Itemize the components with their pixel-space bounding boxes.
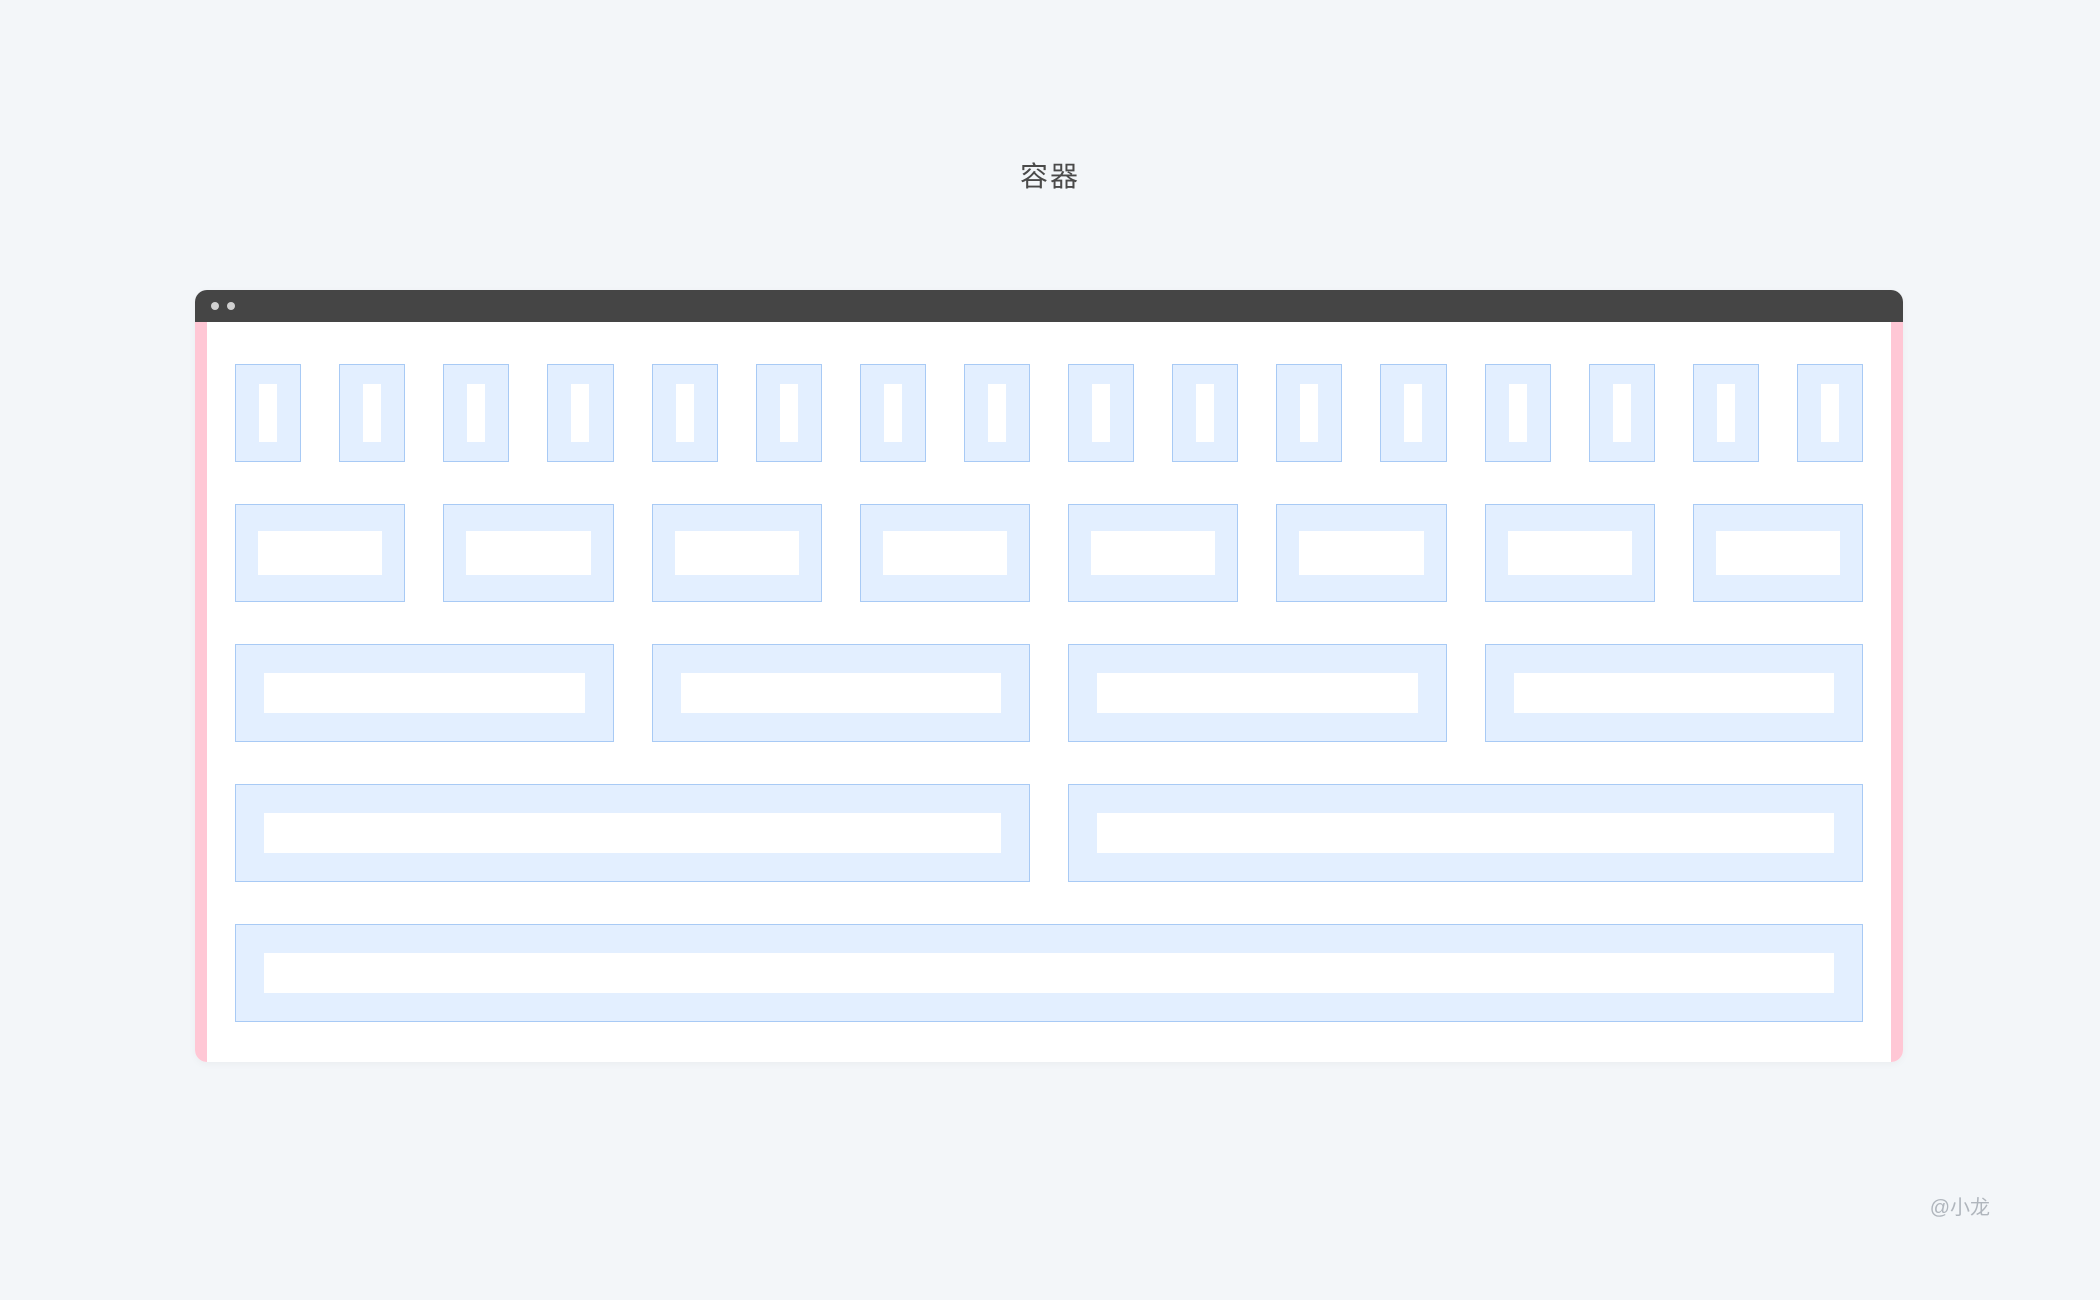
grid-cell xyxy=(1380,364,1446,462)
grid-cell-content xyxy=(1821,384,1839,442)
grid-cell xyxy=(339,364,405,462)
grid-cell-content xyxy=(988,384,1006,442)
grid-cell-content xyxy=(1508,531,1632,575)
grid-cell-content xyxy=(1404,384,1422,442)
grid-cell-content xyxy=(1097,673,1418,713)
grid-cell-content xyxy=(1091,531,1215,575)
grid-cell xyxy=(443,504,613,602)
grid-cell-content xyxy=(1299,531,1423,575)
grid-cell-content xyxy=(258,531,382,575)
grid-cell xyxy=(860,504,1030,602)
grid-cell-content xyxy=(1509,384,1527,442)
grid-cell xyxy=(1485,364,1551,462)
grid-cell-content xyxy=(883,531,1007,575)
grid-cell xyxy=(756,364,822,462)
window-control-dot xyxy=(211,302,219,310)
browser-window xyxy=(195,290,1903,1062)
grid-cell-content xyxy=(884,384,902,442)
grid-cell-content xyxy=(1196,384,1214,442)
grid-cell xyxy=(547,364,613,462)
grid-cell xyxy=(860,364,926,462)
grid-cell xyxy=(235,504,405,602)
attribution: @小龙 xyxy=(1930,1191,1990,1220)
grid-cell-content xyxy=(1300,384,1318,442)
grid-cell-content xyxy=(780,384,798,442)
grid-cell xyxy=(1172,364,1238,462)
grid-row-8 xyxy=(235,504,1863,602)
grid-cell-content xyxy=(467,384,485,442)
grid-cell xyxy=(1276,504,1446,602)
grid-cell xyxy=(235,364,301,462)
grid-cell-content xyxy=(1613,384,1631,442)
grid-cell xyxy=(235,784,1030,882)
grid-cell-content xyxy=(676,384,694,442)
grid-cell xyxy=(652,364,718,462)
grid-cell xyxy=(1068,364,1134,462)
grid-cell-content xyxy=(264,953,1834,993)
grid-cell xyxy=(1797,364,1863,462)
grid-cell-content xyxy=(363,384,381,442)
grid-row-2 xyxy=(235,784,1863,882)
grid-cell xyxy=(1693,504,1863,602)
grid-cell xyxy=(1589,364,1655,462)
grid-cell xyxy=(652,504,822,602)
grid-cell xyxy=(1276,364,1342,462)
grid-row-1 xyxy=(235,924,1863,1022)
window-title-bar xyxy=(195,290,1903,322)
grid-cell xyxy=(235,924,1863,1022)
grid-cell-content xyxy=(681,673,1002,713)
grid-cell xyxy=(1485,504,1655,602)
grid-cell-content xyxy=(1092,384,1110,442)
grid-cell xyxy=(443,364,509,462)
grid-cell xyxy=(1068,784,1863,882)
grid-cell-content xyxy=(1716,531,1840,575)
window-body xyxy=(195,322,1903,1062)
grid-row-4 xyxy=(235,644,1863,742)
grid-cell-content xyxy=(259,384,277,442)
grid-row-16 xyxy=(235,364,1863,462)
grid-cell xyxy=(1485,644,1864,742)
grid-cell-content xyxy=(675,531,799,575)
grid-cell xyxy=(964,364,1030,462)
grid-cell-content xyxy=(264,813,1001,853)
grid-cell-content xyxy=(466,531,590,575)
grid-cell-content xyxy=(264,673,585,713)
grid-cell-content xyxy=(571,384,589,442)
page-title: 容器 xyxy=(0,0,2100,195)
grid-cell xyxy=(1693,364,1759,462)
grid-cell-content xyxy=(1717,384,1735,442)
grid-cell xyxy=(235,644,614,742)
grid-container xyxy=(217,322,1881,1022)
grid-cell-content xyxy=(1097,813,1834,853)
window-control-dot xyxy=(227,302,235,310)
grid-cell xyxy=(1068,644,1447,742)
grid-cell xyxy=(1068,504,1238,602)
grid-cell-content xyxy=(1514,673,1835,713)
grid-cell xyxy=(652,644,1031,742)
